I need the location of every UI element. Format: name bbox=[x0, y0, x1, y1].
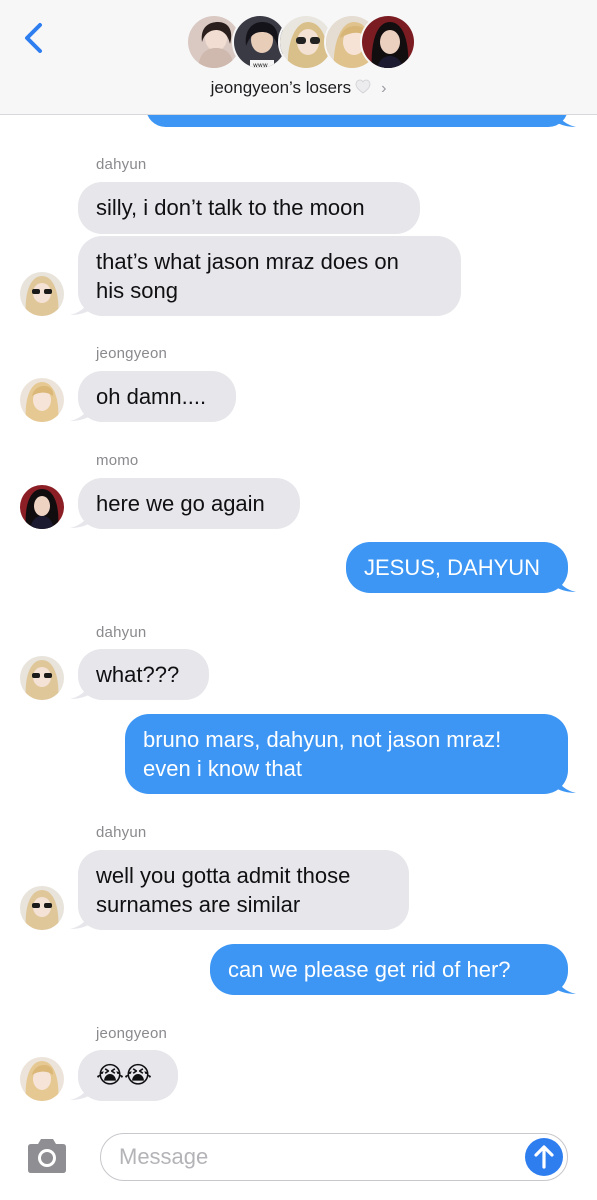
bubble-tail bbox=[70, 509, 90, 528]
bubble-tail bbox=[556, 774, 576, 793]
outgoing-message[interactable]: bruno mars, dahyun, not jason mraz! even… bbox=[125, 714, 568, 794]
back-chevron-icon[interactable] bbox=[18, 20, 50, 56]
bubble-tail bbox=[70, 680, 90, 699]
avatar-dahyun[interactable] bbox=[20, 656, 64, 700]
avatar-dahyun[interactable] bbox=[20, 886, 64, 930]
avatar-jeongyeon[interactable] bbox=[20, 1057, 64, 1101]
sender-name: jeongyeon bbox=[96, 345, 168, 362]
bubble-tail bbox=[70, 402, 90, 421]
message-line: bruno mars, dahyun, not jason mraz! bbox=[143, 727, 502, 752]
outgoing-message[interactable]: can we please get rid of her? bbox=[210, 944, 568, 995]
group-avatars[interactable]: www bbox=[186, 14, 416, 72]
avatar-dahyun[interactable] bbox=[20, 272, 64, 316]
message-input[interactable] bbox=[100, 1133, 568, 1181]
incoming-message[interactable]: 😭😭 bbox=[78, 1050, 178, 1101]
sender-name: dahyun bbox=[96, 824, 147, 841]
incoming-message[interactable]: that’s what jason mraz does on his song bbox=[78, 236, 461, 316]
bubble-tail bbox=[556, 573, 576, 592]
sender-name: jeongyeon bbox=[96, 1025, 168, 1042]
arrow-up-icon bbox=[534, 1145, 554, 1169]
chevron-right-icon: › bbox=[381, 80, 387, 97]
white-heart-icon bbox=[355, 79, 371, 94]
bubble-tail bbox=[556, 975, 576, 994]
avatar-jeongyeon[interactable] bbox=[20, 378, 64, 422]
bubble-tail bbox=[70, 910, 90, 929]
incoming-message[interactable]: here we go again bbox=[78, 478, 300, 529]
incoming-message[interactable]: what??? bbox=[78, 649, 209, 700]
incoming-message[interactable]: oh damn.... bbox=[78, 371, 236, 422]
group-name-button[interactable]: jeongyeon’s losers › bbox=[0, 78, 597, 98]
sender-name: dahyun bbox=[96, 624, 147, 641]
message-line: well you gotta admit those bbox=[96, 863, 351, 888]
avatar-momo[interactable] bbox=[20, 485, 64, 529]
bubble-tail bbox=[70, 1081, 90, 1100]
message-line: that’s what jason mraz does on bbox=[96, 249, 399, 274]
group-avatar-5 bbox=[360, 14, 416, 70]
sender-name: momo bbox=[96, 452, 139, 469]
camera-icon[interactable] bbox=[24, 1137, 70, 1175]
incoming-message[interactable]: silly, i don’t talk to the moon bbox=[78, 182, 420, 234]
message-line: surnames are similar bbox=[96, 892, 301, 917]
message-line: his song bbox=[96, 278, 178, 303]
send-button[interactable] bbox=[525, 1138, 563, 1176]
messages-screen: www jeongyeon’s losers › dahyun silly, i … bbox=[0, 0, 597, 1200]
outgoing-message[interactable]: JESUS, DAHYUN bbox=[346, 542, 568, 593]
sender-name: dahyun bbox=[96, 156, 147, 173]
incoming-message[interactable]: well you gotta admit those surnames are … bbox=[78, 850, 409, 930]
group-name-label: jeongyeon’s losers bbox=[210, 78, 352, 97]
message-line: even i know that bbox=[143, 756, 302, 781]
conversation-header: www jeongyeon’s losers › bbox=[0, 0, 597, 115]
svg-text:www: www bbox=[253, 62, 268, 69]
bubble-tail bbox=[70, 296, 90, 315]
